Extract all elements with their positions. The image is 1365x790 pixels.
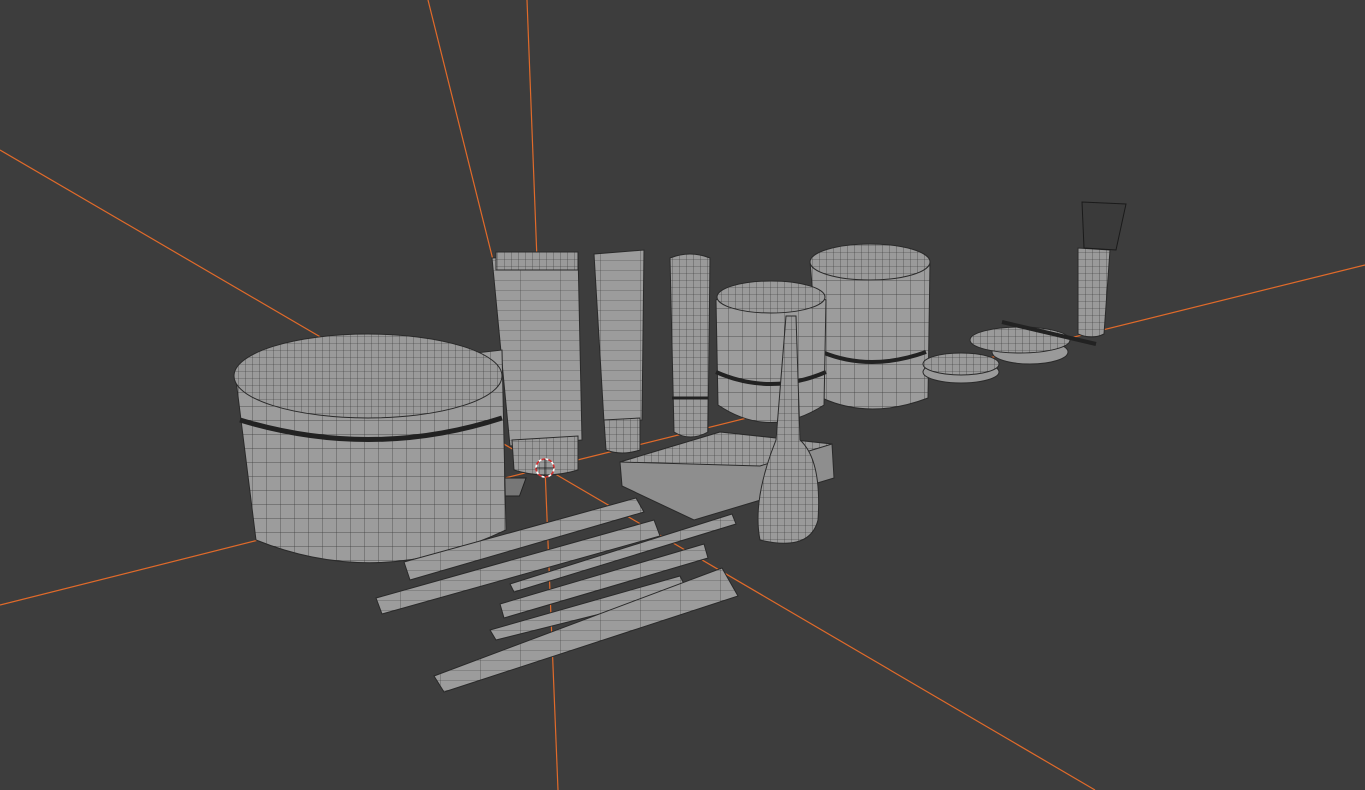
compact-powder-1[interactable] <box>922 352 1000 384</box>
round-jar-medium[interactable] <box>715 280 827 423</box>
3d-viewport[interactable] <box>0 0 1365 790</box>
lip-tube-small[interactable] <box>669 253 711 438</box>
3d-cursor[interactable] <box>535 458 555 478</box>
squeeze-tube-large[interactable] <box>491 251 583 476</box>
cream-jar-large[interactable] <box>233 333 507 564</box>
squeeze-tube-medium[interactable] <box>593 249 645 454</box>
round-jar-tall[interactable] <box>809 243 931 410</box>
makeup-brush[interactable] <box>1077 201 1127 338</box>
viewport-canvas[interactable] <box>0 0 1365 790</box>
